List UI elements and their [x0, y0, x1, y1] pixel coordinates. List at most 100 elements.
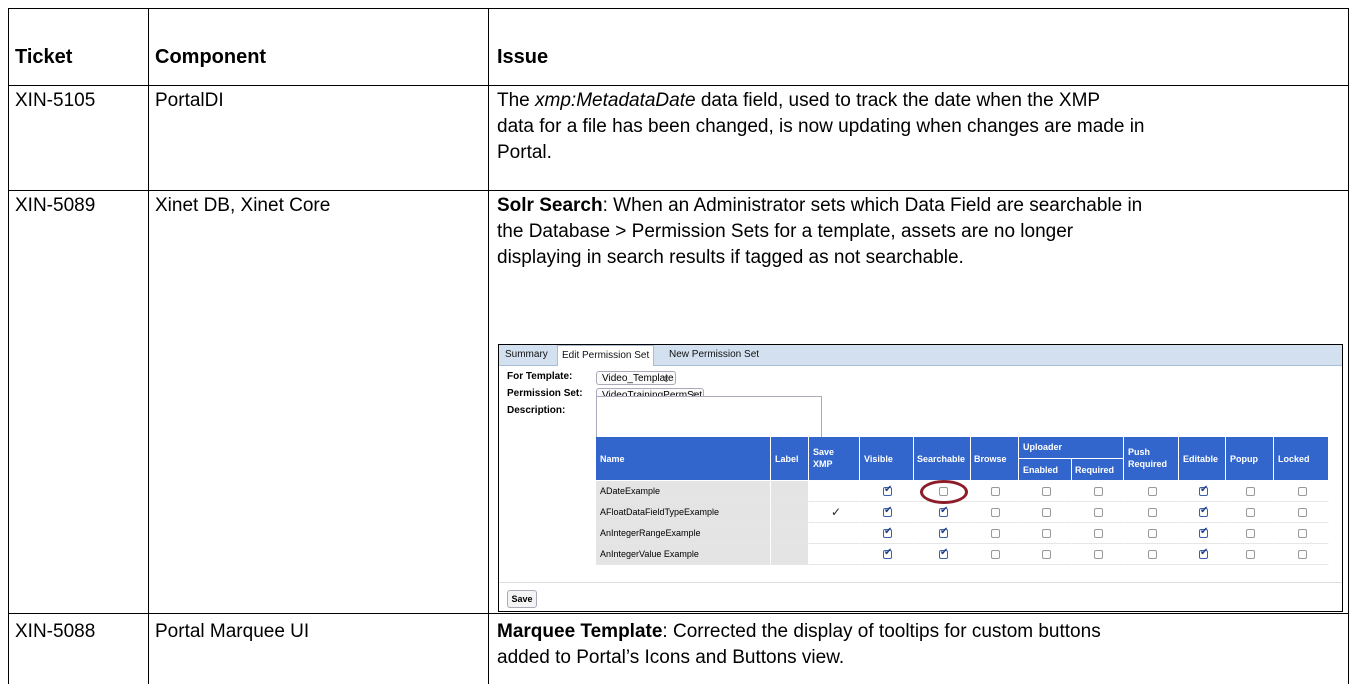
required-checkbox[interactable] [1094, 529, 1103, 538]
enabled-checkbox[interactable] [1042, 550, 1051, 559]
push-checkbox[interactable] [1148, 550, 1157, 559]
label-cell [771, 544, 809, 565]
row-divider-1 [8, 190, 1349, 191]
required-cell [1072, 523, 1124, 544]
popup-checkbox[interactable] [1246, 487, 1255, 496]
header-issue: Issue [497, 46, 549, 68]
field-name: AnIntegerRangeExample [600, 528, 701, 538]
popup-checkbox[interactable] [1246, 508, 1255, 517]
ticket-id: XIN-5105 [15, 90, 96, 111]
field-name-cell: AnIntegerRangeExample [596, 523, 771, 544]
required-cell [1072, 502, 1124, 523]
issue-line: The xmp:MetadataDate data field, used to… [497, 88, 1100, 114]
editable-checkbox[interactable] [1199, 484, 1208, 496]
browse-checkbox[interactable] [991, 508, 1000, 517]
col-header-text: XMP [813, 459, 833, 469]
issue-line: the Database > Permission Sets for a tem… [497, 221, 1074, 242]
template-select[interactable]: Video_Template ⇕ [596, 371, 676, 385]
tab-summary[interactable]: Summary [505, 345, 548, 365]
tab-new-permission-set[interactable]: New Permission Set [669, 345, 759, 365]
col-header-text: Save [813, 447, 835, 457]
visible-checkbox[interactable] [883, 547, 892, 559]
required-checkbox[interactable] [1094, 487, 1103, 496]
save-xmp-cell [809, 544, 860, 565]
visible-checkbox[interactable] [883, 484, 892, 496]
col-header-text: Required [1075, 465, 1115, 475]
col-header-uploader: Uploader [1019, 437, 1124, 459]
enabled-checkbox[interactable] [1042, 529, 1051, 538]
visible-checkbox[interactable] [883, 505, 892, 517]
searchable-checkbox[interactable] [939, 505, 948, 517]
save-xmp-cell [809, 523, 860, 544]
enabled-checkbox[interactable] [1042, 487, 1051, 496]
locked-checkbox[interactable] [1298, 550, 1307, 559]
popup-cell [1226, 502, 1274, 523]
browse-checkbox[interactable] [991, 550, 1000, 559]
field-name: AnIntegerValue Example [600, 549, 699, 559]
col-header-text: Required [1128, 459, 1168, 469]
table-border-top [8, 8, 1349, 9]
save-xmp-cell: ✓ [809, 502, 860, 523]
permission-set-label: Permission Set: [507, 388, 583, 399]
col-header-browse: Browse [971, 437, 1019, 481]
col-header-visible: Visible [860, 437, 914, 481]
col-header-editable: Editable [1179, 437, 1226, 481]
push-cell [1124, 481, 1179, 502]
issue-line: Marquee Template: Corrected the display … [497, 619, 1101, 645]
save-button[interactable]: Save [507, 590, 537, 608]
col-header-locked: Locked [1274, 437, 1329, 481]
popup-checkbox[interactable] [1246, 529, 1255, 538]
locked-checkbox[interactable] [1298, 508, 1307, 517]
field-name-italic: xmp:MetadataDate [535, 90, 696, 111]
browse-checkbox[interactable] [991, 487, 1000, 496]
permission-set-screenshot: Summary Edit Permission Set New Permissi… [498, 344, 1343, 612]
searchable-cell [914, 523, 971, 544]
issue-text: data field, used to track the date when … [695, 90, 1101, 111]
popup-cell [1226, 544, 1274, 565]
browse-checkbox[interactable] [991, 529, 1000, 538]
editable-checkbox[interactable] [1199, 505, 1208, 517]
searchable-checkbox[interactable] [939, 547, 948, 559]
push-cell [1124, 544, 1179, 565]
editable-checkbox[interactable] [1199, 526, 1208, 538]
push-checkbox[interactable] [1148, 529, 1157, 538]
field-name: ADateExample [600, 486, 661, 496]
popup-checkbox[interactable] [1246, 550, 1255, 559]
col-header-text: Label [775, 454, 799, 464]
field-name-cell: AnIntegerValue Example [596, 544, 771, 565]
col-header-enabled: Enabled [1019, 459, 1072, 481]
required-cell [1072, 544, 1124, 565]
issue-text: : When an Administrator sets which Data … [602, 195, 1143, 216]
editable-checkbox[interactable] [1199, 547, 1208, 559]
locked-checkbox[interactable] [1298, 529, 1307, 538]
editable-cell [1179, 544, 1226, 565]
searchable-checkbox[interactable] [939, 526, 948, 538]
required-checkbox[interactable] [1094, 508, 1103, 517]
push-checkbox[interactable] [1148, 487, 1157, 496]
searchable-cell [914, 544, 971, 565]
ticket-id: XIN-5089 [15, 195, 96, 216]
push-cell [1124, 502, 1179, 523]
visible-cell [860, 481, 914, 502]
locked-cell [1274, 502, 1329, 523]
component-name: Xinet DB, Xinet Core [155, 195, 331, 216]
required-checkbox[interactable] [1094, 550, 1103, 559]
popup-cell [1226, 523, 1274, 544]
col-header-text: Popup [1230, 454, 1258, 464]
issue-line: Portal. [497, 142, 552, 163]
visible-checkbox[interactable] [883, 526, 892, 538]
field-name-cell: AFloatDataFieldTypeExample [596, 502, 771, 523]
visible-cell [860, 544, 914, 565]
locked-checkbox[interactable] [1298, 487, 1307, 496]
col-header-popup: Popup [1226, 437, 1274, 481]
tab-edit-permission-set[interactable]: Edit Permission Set [557, 345, 655, 366]
col-header-text: Locked [1278, 454, 1310, 464]
locked-cell [1274, 481, 1329, 502]
enabled-checkbox[interactable] [1042, 508, 1051, 517]
label-cell [771, 481, 809, 502]
template-label: For Template: [507, 371, 573, 382]
column-divider-1 [148, 8, 149, 684]
editable-cell [1179, 523, 1226, 544]
searchable-cell [914, 502, 971, 523]
push-checkbox[interactable] [1148, 508, 1157, 517]
